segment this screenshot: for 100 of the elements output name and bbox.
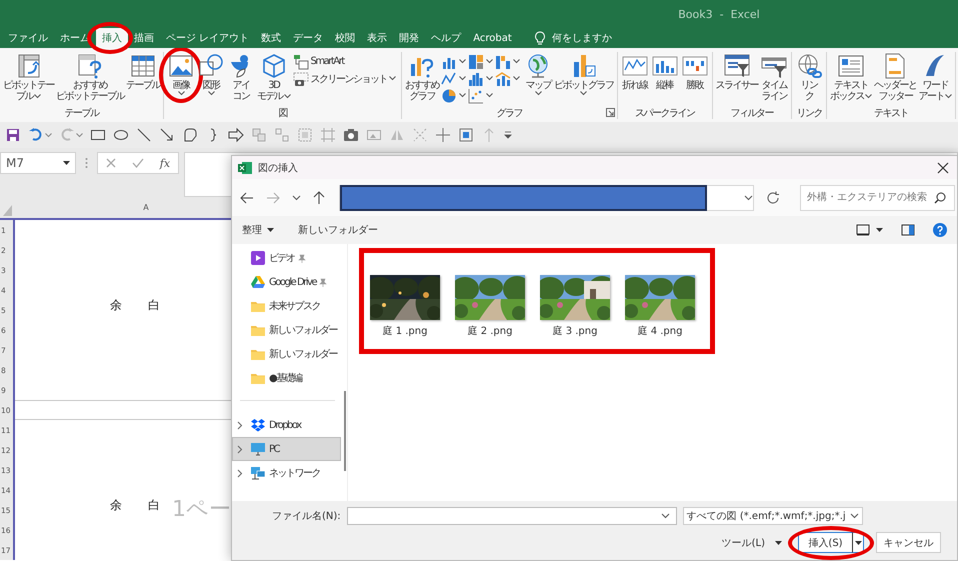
chart-type-button[interactable] (441, 87, 468, 104)
toolbar-button[interactable] (136, 127, 152, 143)
chart-type-button[interactable] (441, 70, 468, 87)
toolbar-button[interactable] (113, 127, 129, 143)
file-item[interactable]: 庭 4 .png (625, 275, 695, 338)
nav-item[interactable]: ビデオ (232, 246, 341, 270)
chevron-down-icon (660, 513, 670, 519)
ribbon-tab[interactable]: ヘルプ (425, 28, 468, 48)
ribbon-button[interactable]: スライサー (714, 52, 759, 91)
folder-icon (251, 323, 265, 337)
ribbon-button[interactable]: おすすめ ピボットテーブル (55, 52, 125, 102)
ribbon-tab[interactable]: 数式 (255, 28, 288, 48)
toolbar-button[interactable] (182, 127, 198, 143)
network-icon (251, 466, 265, 480)
ribbon-tab[interactable]: データ (287, 28, 330, 48)
file-type-dropdown[interactable]: すべての図 (*.emf;*.wmf;*.jpg;*.j (682, 507, 863, 525)
tell-me-search[interactable]: 何をしますか (552, 31, 612, 45)
file-item[interactable]: 庭 2 .png (455, 275, 525, 338)
ribbon-button[interactable]: リン ク (794, 52, 824, 102)
organize-button[interactable]: 整理 (242, 223, 274, 237)
ribbon-button[interactable]: スクリーンショット (292, 70, 398, 87)
nav-item[interactable]: 未来サブスク (232, 294, 341, 318)
search-input[interactable]: 外構・エクステリアの検索 (801, 191, 934, 204)
toolbar-button[interactable] (159, 127, 175, 143)
toolbar-button[interactable] (458, 127, 474, 143)
cross-lines-icon (435, 127, 451, 143)
toolbar-button[interactable] (28, 127, 52, 143)
table-cell: 余 白 (110, 497, 167, 514)
file-item[interactable]: 庭 1 .png (370, 275, 440, 338)
excel-icon (238, 160, 252, 174)
insert-button[interactable]: 挿入(S) (798, 532, 852, 553)
pie-chart-icon (441, 88, 457, 104)
file-name-label: ファイル名(N): (272, 510, 341, 523)
nav-item[interactable]: 新しいフォルダー (232, 318, 341, 342)
column-header: A (142, 202, 150, 214)
ribbon-button[interactable]: 折れ線 (620, 52, 650, 91)
chevron-down-icon (744, 194, 753, 200)
ribbon-button[interactable]: ピボットテー ブル (2, 52, 55, 102)
ribbon-button[interactable]: タイム ライン (759, 52, 789, 102)
search-icon (934, 192, 946, 204)
line-icon (136, 127, 152, 143)
nav-item[interactable]: Dropbox (232, 413, 341, 437)
undo-icon (28, 127, 44, 143)
ribbon-button[interactable]: SmartArt (292, 53, 346, 70)
file-item[interactable]: 庭 3 .png (540, 275, 610, 338)
file-name-field[interactable] (346, 507, 677, 525)
grid-lines-icon (320, 127, 336, 143)
ribbon-button[interactable]: マップ (523, 52, 553, 96)
ribbon-button[interactable]: 図形 (196, 52, 226, 96)
caret-icon (45, 132, 52, 138)
ribbon-button[interactable]: アイ コン (226, 52, 256, 102)
toolbar-button[interactable] (90, 127, 106, 143)
toolbar-button[interactable] (5, 127, 21, 143)
chart-type-button[interactable] (468, 53, 495, 70)
insert-function-button[interactable]: fx (160, 156, 170, 170)
ribbon-button[interactable]: ワード アート (918, 52, 953, 102)
ribbon-button[interactable]: 画像 (166, 52, 196, 96)
chart-type-button[interactable] (495, 53, 522, 70)
ribbon-button[interactable]: 勝敗 (680, 52, 710, 91)
ribbon-tab[interactable]: 挿入 (96, 28, 128, 48)
chart-type-button[interactable] (468, 87, 495, 104)
nav-item[interactable]: Google Drive (232, 270, 341, 294)
cancel-button[interactable]: キャンセル (876, 532, 941, 553)
ribbon-button[interactable]: テキスト ボックス (829, 52, 873, 102)
new-folder-button[interactable]: 新しいフォルダー (298, 223, 378, 237)
caret-icon (76, 132, 83, 138)
ribbon-button[interactable]: ヘッダーと フッター (873, 52, 918, 102)
insert-dropdown-button[interactable] (852, 532, 864, 553)
folder-icon (251, 371, 265, 385)
nav-item[interactable]: 新しいフォルダー (232, 342, 341, 366)
overlap-squares-icon (251, 127, 267, 143)
ribbon-button[interactable]: おすすめ グラフ (404, 52, 440, 102)
ribbon-button[interactable]: ピボットグラフ (553, 52, 614, 96)
ribbon-button[interactable]: 縦棒 (650, 52, 680, 91)
nav-item[interactable]: ●基礎編 (232, 366, 341, 390)
tools-button[interactable]: ツール(L) (722, 536, 765, 550)
ribbon-tab[interactable]: Acrobat (467, 28, 518, 48)
folder-icon (251, 299, 265, 313)
lightbulb-icon (534, 31, 546, 45)
ribbon-tab[interactable]: ファイル (2, 28, 54, 48)
nav-item[interactable]: PC (232, 437, 341, 461)
toolbar-button[interactable] (435, 127, 451, 143)
name-box[interactable]: M7 (0, 152, 76, 174)
group-label: フィルター (730, 106, 773, 120)
toolbar-button[interactable] (228, 127, 244, 143)
nav-item[interactable]: ネットワーク (232, 461, 341, 485)
ribbon-button[interactable]: テーブル (125, 52, 161, 91)
view-icon (856, 224, 870, 236)
ribbon-tab[interactable]: 表示 (361, 28, 394, 48)
search-field[interactable]: 外構・エクステリアの検索 (800, 184, 955, 210)
ribbon-button[interactable]: 3D モデル (256, 52, 292, 102)
chart-type-button[interactable] (468, 70, 495, 87)
ribbon-tab[interactable]: 開発 (393, 28, 426, 48)
chart-type-button[interactable] (495, 70, 522, 87)
ribbon-tab[interactable]: 校閲 (329, 28, 362, 48)
toolbar-button[interactable] (343, 127, 359, 143)
camera-icon (292, 70, 308, 86)
ribbon-tab[interactable]: 描画 (128, 28, 160, 48)
ribbon-tab[interactable]: ページ レイアウト (160, 28, 256, 48)
frame-picture-icon (458, 127, 474, 143)
